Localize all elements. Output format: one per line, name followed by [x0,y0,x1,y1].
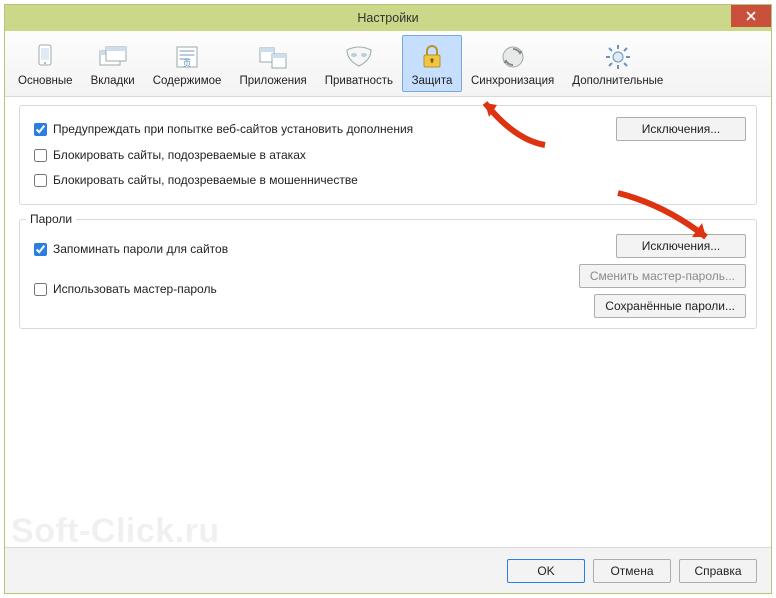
window-frame: Настройки Основные Вкладки 页 Содержимое [4,4,772,594]
passwords-legend: Пароли [26,212,76,226]
watermark: Soft-Click.ru [11,512,220,551]
help-button[interactable]: Справка [679,559,757,583]
tab-label: Приложения [239,75,306,87]
tabs-icon [97,41,129,73]
use-master-password-label: Использовать мастер-пароль [53,282,217,296]
tab-advanced[interactable]: Дополнительные [563,35,672,92]
applications-icon [257,41,289,73]
remember-passwords-label: Запоминать пароли для сайтов [53,242,228,256]
tab-label: Основные [18,75,73,87]
tab-content[interactable]: 页 Содержимое [144,35,231,92]
tab-sync[interactable]: Синхронизация [462,35,563,92]
close-icon [746,11,756,21]
tab-label: Дополнительные [572,75,663,87]
mask-icon [343,41,375,73]
remember-passwords-checkbox[interactable] [34,243,47,256]
content-icon: 页 [171,41,203,73]
content-area: Предупреждать при попытке веб-сайтов уст… [5,97,771,329]
svg-text:页: 页 [183,59,191,68]
saved-passwords-button[interactable]: Сохранённые пароли... [594,294,746,318]
titlebar: Настройки [5,5,771,31]
tab-label: Синхронизация [471,75,554,87]
window-title: Настройки [357,11,418,25]
tab-label: Вкладки [91,75,135,87]
addons-group: Предупреждать при попытке веб-сайтов уст… [19,105,757,205]
tab-security[interactable]: Защита [402,35,462,92]
warn-install-addons-label: Предупреждать при попытке веб-сайтов уст… [53,122,413,136]
tab-label: Защита [412,75,453,87]
sync-icon [497,41,529,73]
tab-label: Содержимое [153,75,222,87]
addons-exceptions-button[interactable]: Исключения... [616,117,746,141]
block-fraud-sites-checkbox[interactable] [34,174,47,187]
passwords-group: Пароли Запоминать пароли для сайтов Испо… [19,219,757,329]
category-toolbar: Основные Вкладки 页 Содержимое Приложения… [5,31,771,97]
tab-general[interactable]: Основные [9,35,82,92]
cancel-button[interactable]: Отмена [593,559,671,583]
gear-icon [602,41,634,73]
lock-icon [416,41,448,73]
tab-tabs[interactable]: Вкладки [82,35,144,92]
use-master-password-checkbox[interactable] [34,283,47,296]
block-fraud-sites-label: Блокировать сайты, подозреваемые в мошен… [53,173,358,187]
warn-install-addons-checkbox[interactable] [34,123,47,136]
device-icon [29,41,61,73]
block-attack-sites-checkbox[interactable] [34,149,47,162]
passwords-exceptions-button[interactable]: Исключения... [616,234,746,258]
tab-privacy[interactable]: Приватность [316,35,402,92]
ok-button[interactable]: OK [507,559,585,583]
block-attack-sites-label: Блокировать сайты, подозреваемые в атака… [53,148,306,162]
change-master-password-button[interactable]: Сменить мастер-пароль... [579,264,746,288]
tab-label: Приватность [325,75,393,87]
close-button[interactable] [731,5,771,27]
tab-applications[interactable]: Приложения [230,35,315,92]
dialog-footer: OK Отмена Справка [5,547,771,593]
